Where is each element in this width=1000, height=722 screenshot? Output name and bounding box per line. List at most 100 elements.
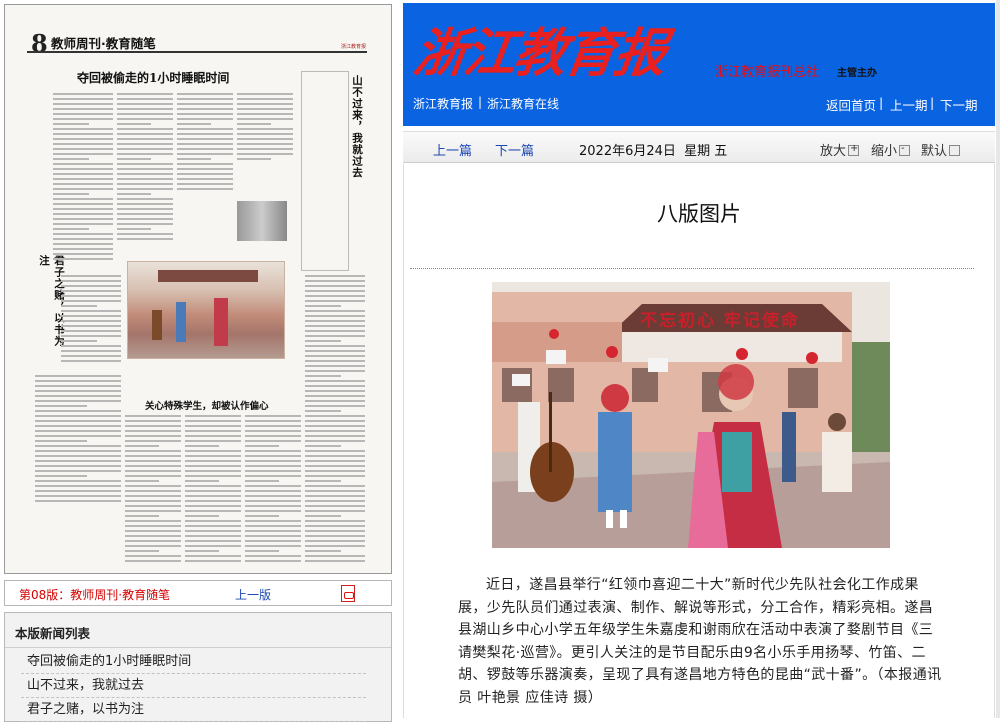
page-text-line (117, 153, 173, 155)
prev-article-link[interactable]: 上一篇 (433, 140, 472, 159)
page-text-line (305, 480, 341, 482)
page-text-line (53, 108, 113, 110)
news-list-title: 本版新闻列表 (15, 626, 91, 641)
page-text-line (61, 330, 121, 332)
news-list-item[interactable]: 山不过来，我就过去 (21, 675, 366, 698)
page-section-title: 教师周刊·教育随笔 (51, 36, 156, 51)
page-text-line (117, 208, 173, 210)
page-text-line (53, 153, 113, 155)
page-text-line (117, 128, 173, 130)
page-text-line (245, 485, 301, 487)
page-text-line (35, 490, 121, 492)
page-small-photo (237, 201, 287, 241)
nav-home-link[interactable]: 返回首页 (826, 95, 876, 114)
page-text-line (125, 550, 159, 552)
page-text-line (305, 340, 341, 342)
page-text-line (53, 203, 113, 205)
site-header: 浙江教育报 浙江教育报刊总社 主管主办 浙江教育报 | 浙江教育在线 返回首页 … (403, 3, 995, 126)
article-title: 八版图片 (657, 202, 741, 226)
zoom-in-control[interactable]: 放大 (820, 140, 860, 159)
page-text-line (305, 510, 365, 512)
page-text-line (53, 133, 113, 135)
page-text-line (61, 305, 97, 307)
article-photo[interactable]: 不忘初心 牢记使命 (492, 282, 890, 548)
pdf-icon[interactable] (341, 585, 355, 602)
page-headline-middle[interactable]: 关心特殊学生，却被认作偏心 (145, 398, 269, 412)
page-text-line (117, 158, 151, 160)
current-page-link[interactable]: 第08版：教师周刊·教育随笔 (19, 586, 170, 603)
page-photo-thumbnail[interactable] (127, 261, 285, 359)
page-text-line (53, 168, 113, 170)
page-text-line (177, 123, 211, 125)
page-text-line (305, 465, 365, 467)
nav-prev-issue-link[interactable]: 上一期 (890, 95, 928, 114)
page-text-line (35, 485, 121, 487)
page-text-line (245, 515, 279, 517)
news-list-item[interactable]: 夺回被偷走的1小时睡眠时间 (21, 651, 366, 674)
page-text-line (61, 310, 121, 312)
page-text-line (237, 103, 293, 105)
window-scrollbar[interactable] (996, 0, 1000, 718)
page-text-line (305, 535, 365, 537)
page-text-line (35, 450, 121, 452)
page-text-line (185, 480, 219, 482)
page-text-line (177, 158, 211, 160)
page-text-line (305, 345, 365, 347)
page-headline-side[interactable]: 山不过来，我就过去 (350, 75, 365, 185)
page-text-line (177, 153, 233, 155)
newspaper-page-thumbnail[interactable]: 8 教师周刊·教育随笔 浙江教育报 夺回被偷走的1小时睡眠时间 山不过来，我就过… (4, 4, 392, 574)
page-text-line (305, 560, 365, 562)
page-headline-main[interactable]: 夺回被偷走的1小时睡眠时间 (77, 69, 229, 86)
page-text-line (305, 495, 365, 497)
zoom-default-icon[interactable] (949, 145, 961, 156)
page-text-line (245, 500, 301, 502)
page-text-line (125, 415, 181, 417)
page-text-line (245, 490, 301, 492)
page-text-line (125, 500, 181, 502)
site-link-newspaper[interactable]: 浙江教育报 (413, 95, 473, 112)
page-text-line (185, 530, 241, 532)
page-text-line (245, 475, 301, 477)
zoom-in-icon[interactable] (848, 143, 860, 156)
page-text-line (237, 113, 293, 115)
page-text-line (185, 430, 241, 432)
page-text-line (185, 435, 241, 437)
page-text-line (237, 93, 293, 95)
page-text-line (245, 465, 301, 467)
page-text-line (53, 143, 113, 145)
page-text-line (117, 143, 173, 145)
page-text-line (35, 460, 121, 462)
page-text-line (305, 350, 365, 352)
prev-page-link[interactable]: 上一版 (235, 586, 271, 603)
news-list-item[interactable]: 君子之赌，以书为注 (21, 699, 366, 722)
page-text-line (117, 148, 173, 150)
page-text-line (305, 365, 365, 367)
page-text-line (61, 340, 97, 342)
page-text-line (245, 510, 301, 512)
zoom-out-icon[interactable] (899, 143, 911, 156)
page-text-line (61, 290, 121, 292)
page-text-line (185, 445, 219, 447)
page-text-line (177, 113, 233, 115)
page-text-line (53, 173, 113, 175)
page-text-line (117, 173, 173, 175)
sponsor-label: 主管主办 (837, 68, 877, 79)
page-text-line (185, 440, 241, 442)
nav-next-issue-link[interactable]: 下一期 (940, 95, 978, 114)
page-text-line (125, 460, 181, 462)
zoom-default-control[interactable]: 默认 (921, 140, 961, 159)
page-text-line (177, 163, 233, 165)
article-photo-illustration: 不忘初心 牢记使命 (492, 282, 890, 548)
page-text-line (53, 253, 113, 255)
page-text-line (125, 555, 181, 557)
page-text-line (185, 465, 241, 467)
zoom-out-control[interactable]: 缩小 (871, 140, 911, 159)
page-text-line (305, 305, 341, 307)
site-logo[interactable]: 浙江教育报 (410, 11, 671, 86)
page-text-line (245, 430, 301, 432)
photo-figure-blue (176, 302, 186, 342)
next-article-link[interactable]: 下一篇 (495, 140, 534, 159)
page-text-line (125, 505, 181, 507)
site-link-online[interactable]: 浙江教育在线 (487, 95, 559, 112)
page-text-line (305, 550, 341, 552)
